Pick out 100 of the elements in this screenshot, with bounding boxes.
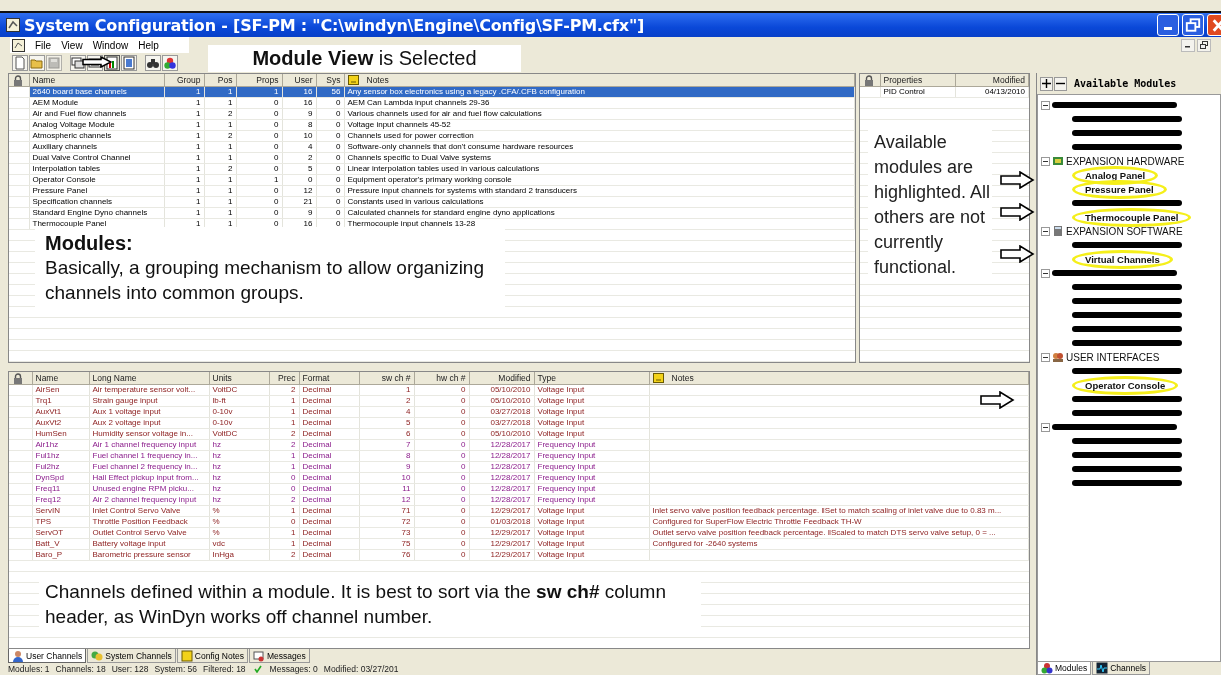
expand-all-button[interactable] — [1040, 76, 1053, 91]
tab[interactable]: Messages — [249, 649, 310, 663]
table-row[interactable]: Interpolation tables 1 2 0 5 0 Linear interpolation tables used in various calculations — [9, 163, 855, 175]
column-header[interactable]: Group — [164, 74, 204, 87]
column-header[interactable]: Properties — [880, 74, 955, 87]
menu-item[interactable]: View — [61, 39, 83, 51]
table-cell: Decimal — [299, 395, 359, 407]
column-header[interactable]: Sys — [316, 74, 344, 87]
tab[interactable]: Config Notes — [176, 649, 248, 663]
collapse-toggle-icon[interactable] — [1041, 422, 1050, 432]
table-row[interactable]: Pressure Panel 1 1 0 12 0 Pressure input channels for systems with standard 2 transducers — [9, 185, 855, 197]
table-cell: 0 — [316, 196, 344, 208]
collapse-all-button[interactable] — [1054, 76, 1067, 91]
column-header[interactable]: Units — [209, 372, 269, 385]
table-cell: Configured for SuperFlow Electric Throttle Feedback TH-W — [649, 516, 1029, 528]
table-cell: 12/28/2017 — [469, 450, 534, 462]
table-cell: 1 — [204, 207, 236, 219]
column-header[interactable]: sw ch # — [359, 372, 414, 385]
table-cell: 1 — [164, 108, 204, 120]
table-cell: Trq1 — [32, 395, 89, 407]
column-header[interactable]: Modified — [955, 74, 1029, 87]
table-cell: Constants used in various calculations — [344, 196, 855, 208]
table-row[interactable]: AEM Module 1 1 0 16 0 AEM Can Lambda input channels 29-36 — [9, 97, 855, 109]
column-header[interactable]: Format — [299, 372, 359, 385]
table-cell: HumSen — [32, 428, 89, 440]
annotation-heading: Modules: — [45, 231, 134, 255]
restore-button[interactable] — [1197, 38, 1211, 52]
table-cell: Auxiliary channels — [29, 141, 164, 153]
table-cell: 73 — [359, 527, 414, 539]
table-cell: 9 — [359, 461, 414, 473]
table-cell: 8 — [359, 450, 414, 462]
arrow — [980, 391, 1015, 409]
column-header[interactable]: hw ch # — [414, 372, 469, 385]
column-header[interactable]: Modified — [469, 372, 534, 385]
table-row[interactable]: 2640 board base channels 1 1 1 16 56 Any sensor box electronics using a legacy .CFA/.CFB configuration — [9, 86, 855, 98]
window-title: System Configuration - [SF-PM : "C:\windyn\Engine\Config\SF-PM.cfx"] — [24, 15, 645, 35]
column-header[interactable]: Props — [236, 74, 282, 87]
column-header[interactable]: Notes — [671, 372, 694, 383]
table-cell: 0 — [269, 483, 299, 495]
table-row[interactable]: Operator Console 1 1 1 0 0 Equipment operator's primary working console — [9, 174, 855, 186]
minimize-button[interactable] — [1181, 38, 1195, 52]
tab[interactable]: Channels — [1092, 662, 1151, 675]
column-header[interactable]: Type — [534, 372, 649, 385]
tree-item[interactable]: Thermocouple Panel — [1072, 207, 1192, 227]
table-cell: hz — [209, 439, 269, 451]
table-cell: 2 — [269, 494, 299, 506]
table-row[interactable]: Specification channels 1 1 0 21 0 Constants used in various calculations — [9, 196, 855, 208]
table-row[interactable]: Analog Voltage Module 1 1 0 8 0 Voltage input channels 45-52 — [9, 119, 855, 131]
collapse-toggle-icon[interactable] — [1041, 226, 1050, 236]
table-cell: 1 — [359, 384, 414, 396]
tree-group[interactable]: USER INTERFACES — [1066, 351, 1160, 363]
stacked-pages-icon[interactable] — [70, 55, 86, 71]
tree-group[interactable]: EXPANSION SOFTWARE — [1066, 225, 1183, 237]
tab[interactable]: User Channels — [8, 649, 87, 663]
color-circles-icon[interactable] — [162, 55, 178, 71]
table-cell: 2 — [282, 152, 316, 164]
tree-item[interactable]: Analog Panel — [1072, 165, 1159, 185]
table-cell: DynSpd — [32, 472, 89, 484]
new-file-icon[interactable] — [12, 55, 28, 71]
column-header[interactable]: Notes — [366, 74, 389, 85]
menu-item[interactable]: Window — [92, 39, 129, 51]
table-cell: 21 — [282, 196, 316, 208]
table-cell: 0 — [236, 130, 282, 142]
table-cell: AEM Can Lambda input channels 29-36 — [344, 97, 855, 109]
tree-group[interactable]: EXPANSION HARDWARE — [1066, 155, 1185, 167]
collapse-toggle-icon[interactable] — [1041, 352, 1050, 362]
collapse-toggle-icon[interactable] — [1041, 100, 1050, 110]
column-header[interactable]: Pos — [204, 74, 236, 87]
table-cell: Barometric pressure sensor — [89, 549, 209, 561]
tab[interactable]: Modules — [1037, 662, 1092, 675]
table-cell: Voltage Input — [534, 527, 649, 539]
arrow — [82, 56, 112, 68]
column-header[interactable]: Name — [29, 74, 164, 87]
table-cell: 1 — [164, 130, 204, 142]
table-row[interactable]: Auxiliary channels 1 1 0 4 0 Software-only channels that don't consume hardware resources — [9, 141, 855, 153]
table-cell: 11 — [359, 483, 414, 495]
table-cell: Hall Effect pickup input from... — [89, 472, 209, 484]
column-header[interactable]: Prec — [269, 372, 299, 385]
folder-icon[interactable] — [29, 55, 45, 71]
column-header[interactable]: Name — [32, 372, 89, 385]
collapse-toggle-icon[interactable] — [1041, 156, 1050, 166]
table-cell: Freq12 — [32, 494, 89, 506]
binoculars-icon[interactable] — [145, 55, 161, 71]
collapse-toggle-icon[interactable] — [1041, 268, 1050, 278]
menu-item[interactable]: File — [35, 39, 52, 51]
table-row[interactable]: Standard Engine Dyno channels 1 1 0 9 0 Calculated channels for standard engine dyno applications — [9, 207, 855, 219]
column-header[interactable]: Long Name — [89, 372, 209, 385]
menu-item[interactable]: Help — [138, 39, 159, 51]
tab[interactable]: System Channels — [87, 649, 176, 663]
table-cell: 9 — [282, 207, 316, 219]
table-row[interactable]: Air and Fuel flow channels 1 2 0 9 0 Various channels used for air and fuel flow calculations — [9, 108, 855, 120]
column-header[interactable]: User — [282, 74, 316, 87]
table-cell: 01/03/2018 — [469, 516, 534, 528]
table-cell: 0 — [414, 527, 469, 539]
table-cell: Decimal — [299, 450, 359, 462]
table-cell: 05/10/2010 — [469, 428, 534, 440]
table-row[interactable]: Atmospheric channels 1 2 0 10 0 Channels used for power correction — [9, 130, 855, 142]
table-row[interactable]: Dual Valve Control Channel 1 1 0 2 0 Channels specific to Dual Valve systems — [9, 152, 855, 164]
table-cell: 0 — [316, 185, 344, 197]
status-text: Modified: 03/27/201 — [323, 664, 399, 674]
